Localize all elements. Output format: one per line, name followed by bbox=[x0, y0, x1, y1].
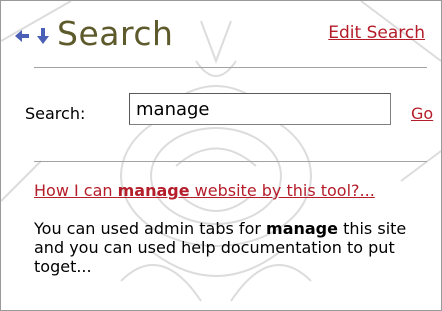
divider bbox=[34, 161, 427, 162]
arrow-down-icon[interactable] bbox=[35, 25, 51, 47]
search-label: Search: bbox=[25, 104, 86, 123]
result-title-text: How I can bbox=[34, 181, 118, 200]
search-result-snippet: You can used admin tabs for manage this … bbox=[34, 219, 439, 276]
page-title: Search bbox=[57, 14, 174, 53]
divider bbox=[34, 67, 427, 68]
snippet-match: manage bbox=[266, 219, 338, 238]
go-button[interactable]: Go bbox=[411, 104, 433, 123]
edit-search-link[interactable]: Edit Search bbox=[328, 23, 425, 43]
snippet-text: You can used admin tabs for bbox=[34, 219, 267, 238]
search-input[interactable] bbox=[129, 93, 391, 125]
search-panel: Search Edit Search Search: Go How I can … bbox=[0, 0, 442, 311]
result-title-match: manage bbox=[117, 181, 190, 200]
result-title-text: website by this tool?... bbox=[189, 181, 375, 200]
search-result-title[interactable]: How I can manage website by this tool?..… bbox=[34, 181, 434, 200]
arrow-left-icon[interactable] bbox=[14, 25, 30, 47]
